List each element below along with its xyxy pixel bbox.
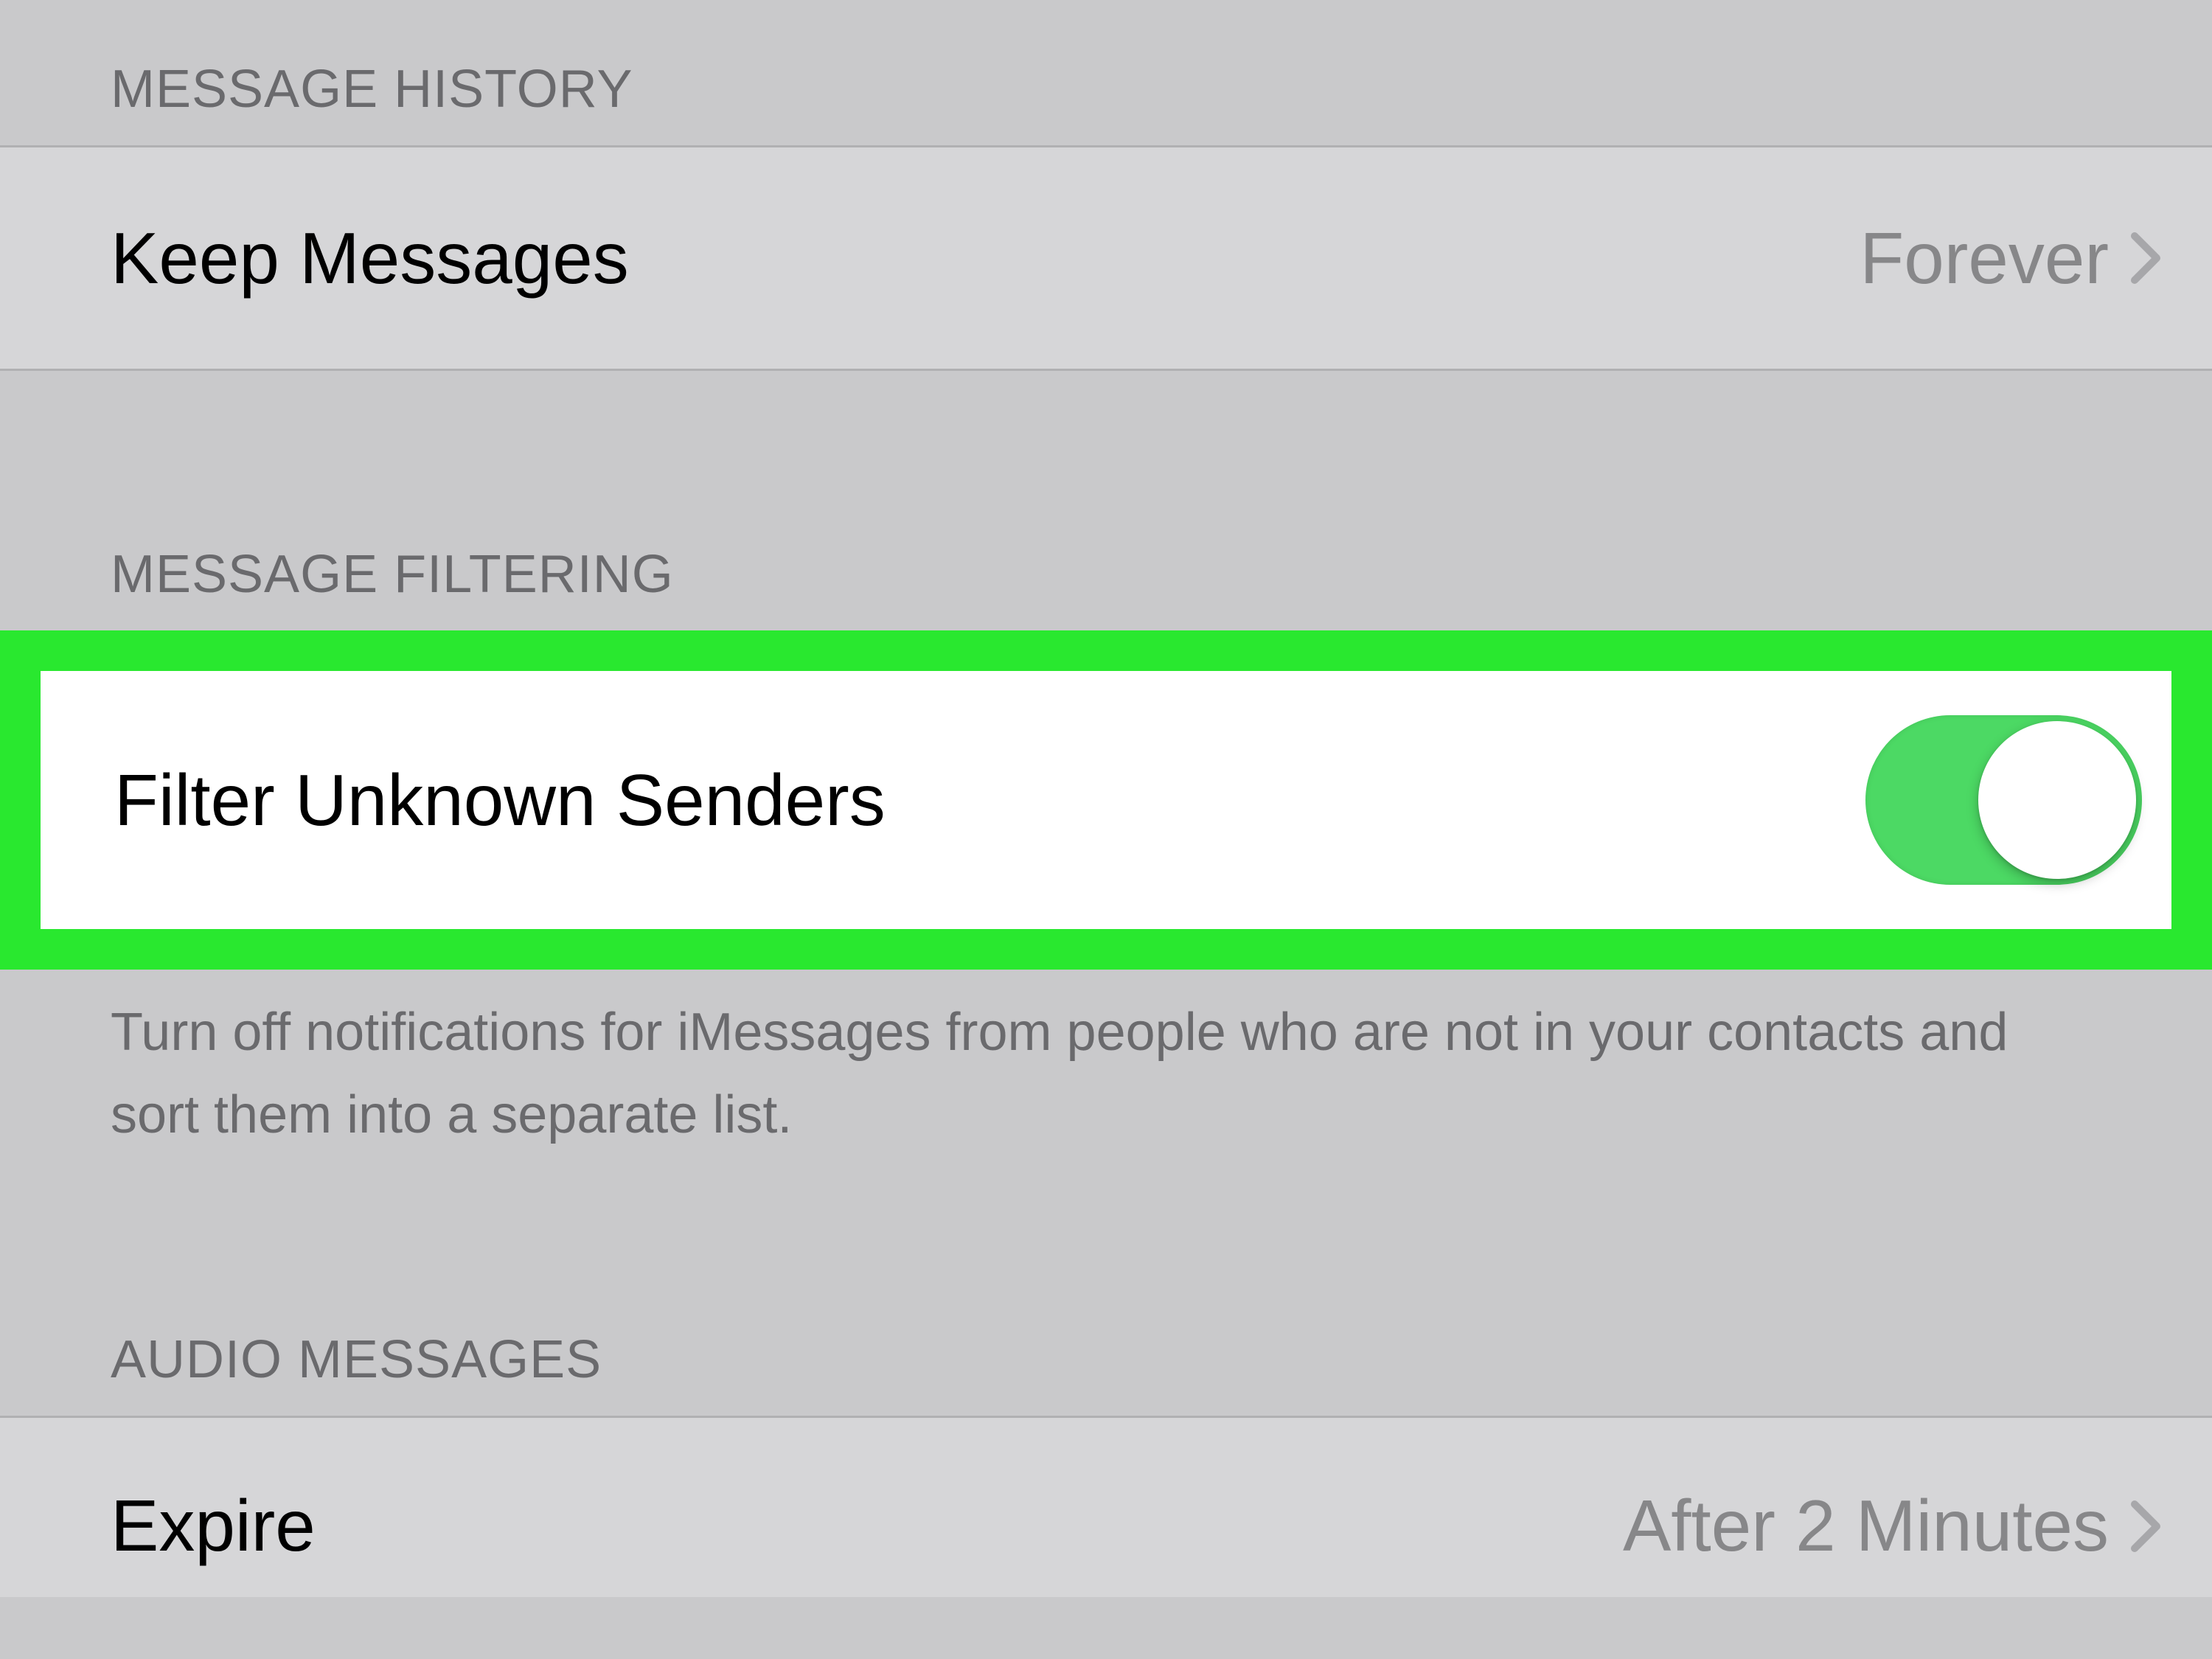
toggle-knob — [1978, 721, 2136, 879]
filter-unknown-senders-row[interactable]: Filter Unknown Senders — [41, 671, 2171, 929]
settings-screen: MESSAGE HISTORY Keep Messages Forever ME… — [0, 0, 2212, 1659]
keep-messages-right: Forever — [1860, 217, 2160, 300]
section-header-audio-messages: AUDIO MESSAGES — [0, 1156, 2212, 1416]
filter-unknown-toggle[interactable] — [1865, 715, 2142, 885]
chevron-right-icon — [2131, 232, 2160, 284]
expire-right: After 2 Minutes — [1623, 1484, 2160, 1568]
keep-messages-row[interactable]: Keep Messages Forever — [0, 147, 2212, 369]
audio-messages-group: Expire After 2 Minutes — [0, 1416, 2212, 1597]
expire-value: After 2 Minutes — [1623, 1484, 2109, 1568]
filter-unknown-label: Filter Unknown Senders — [114, 759, 886, 842]
message-history-group: Keep Messages Forever — [0, 145, 2212, 371]
chevron-right-icon — [2131, 1500, 2160, 1552]
expire-label: Expire — [111, 1484, 316, 1568]
section-header-message-history: MESSAGE HISTORY — [0, 0, 2212, 145]
keep-messages-value: Forever — [1860, 217, 2109, 300]
keep-messages-label: Keep Messages — [111, 217, 629, 300]
highlighted-annotation: Filter Unknown Senders — [0, 630, 2212, 970]
expire-row[interactable]: Expire After 2 Minutes — [0, 1418, 2212, 1597]
filter-unknown-footer: Turn off notifications for iMessages fro… — [0, 970, 2212, 1156]
section-header-message-filtering: MESSAGE FILTERING — [0, 371, 2212, 630]
